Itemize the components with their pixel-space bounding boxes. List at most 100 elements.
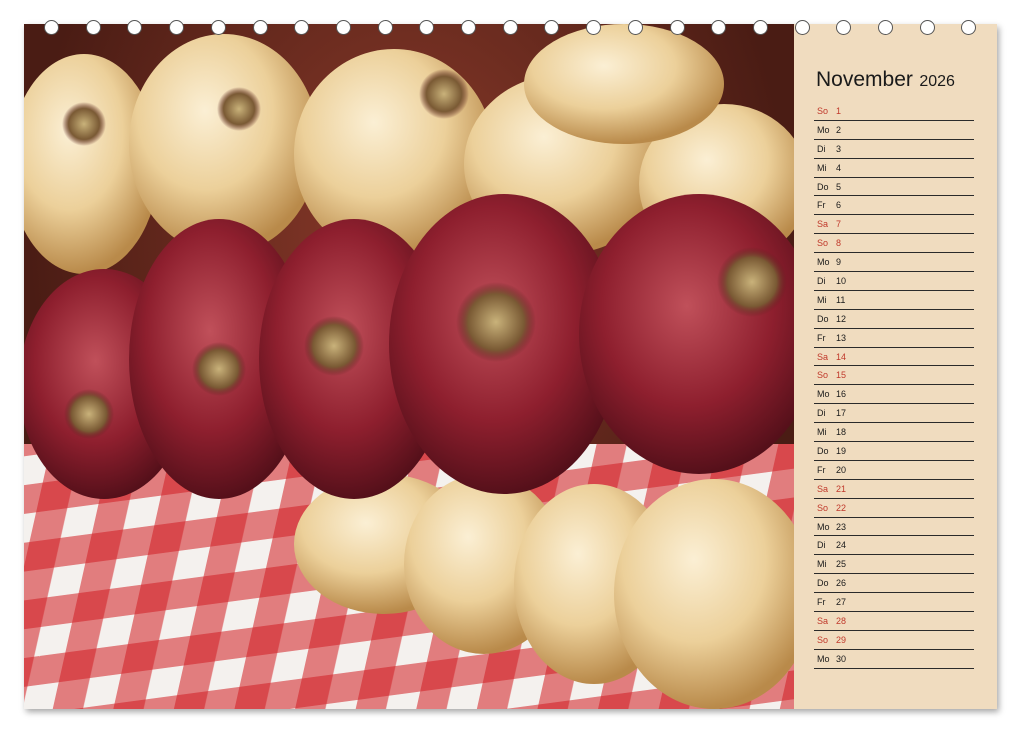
day-number: 21 <box>836 483 847 494</box>
weekday-label: So <box>817 370 829 381</box>
weekday-label: Mo <box>817 124 830 135</box>
day-row: Fr 27 <box>814 593 974 613</box>
day-number: 12 <box>836 313 847 324</box>
day-row: Sa 28 <box>814 612 974 631</box>
day-number: 2 <box>836 124 842 135</box>
day-number: 19 <box>836 446 847 457</box>
day-number: 25 <box>836 559 847 570</box>
binding-hole <box>252 20 268 35</box>
weekday-label: Mi <box>817 427 827 438</box>
day-row: So 15 <box>814 366 974 386</box>
weekday-label: So <box>817 502 829 513</box>
binding-hole <box>919 20 935 35</box>
day-row: Mo 2 <box>814 121 974 140</box>
weekday-label: Mi <box>817 162 827 173</box>
day-number: 3 <box>836 143 842 154</box>
day-row: Mi 18 <box>814 423 974 443</box>
day-number: 14 <box>836 351 847 362</box>
weekday-label: Mi <box>817 559 827 570</box>
day-number: 9 <box>836 257 842 268</box>
binding-hole <box>836 20 852 35</box>
day-row: Mi 11 <box>814 291 974 310</box>
day-row: Mi 25 <box>814 555 974 575</box>
binding-hole <box>377 20 393 35</box>
day-number: 1 <box>836 106 842 116</box>
binding-hole <box>210 20 226 35</box>
day-row: So 1 <box>814 102 974 121</box>
day-number: 18 <box>836 427 847 438</box>
binding-hole <box>794 20 810 35</box>
binding-hole <box>294 20 310 35</box>
weekday-label: Mo <box>817 389 830 400</box>
day-number: 22 <box>836 502 847 513</box>
day-row: Di 3 <box>814 140 974 159</box>
day-number: 6 <box>836 200 842 211</box>
day-row: Do 5 <box>814 178 974 197</box>
day-row: Do 26 <box>814 574 974 594</box>
month-title: November 2026 <box>816 68 955 92</box>
onion-photo <box>24 24 794 709</box>
weekday-label: Do <box>817 446 829 457</box>
binding-hole <box>419 20 435 35</box>
weekday-label: Mo <box>817 257 830 268</box>
binding-hole <box>44 20 59 35</box>
day-number: 16 <box>836 389 847 400</box>
day-row: Sa 7 <box>814 215 974 235</box>
weekday-label: Sa <box>817 219 829 230</box>
binding-hole <box>127 20 143 35</box>
day-number: 23 <box>836 521 847 532</box>
day-number: 28 <box>836 616 847 627</box>
day-list: So 1 Mo 2 Di 3 Mi 4 Do 5 Fr 6 Sa 7 So 8 Mo 9 Di 10 Mi 11 Do 12 F… <box>814 102 974 669</box>
binding-hole <box>335 20 351 35</box>
weekday-label: Sa <box>817 351 829 362</box>
binding-hole <box>544 20 560 35</box>
binding-hole <box>669 20 685 35</box>
weekday-label: Mo <box>817 653 830 664</box>
binding-hole <box>169 20 185 35</box>
day-number: 30 <box>836 653 847 664</box>
day-row: Sa 21 <box>814 480 974 499</box>
weekday-label: So <box>817 238 829 249</box>
day-row: Mi 4 <box>814 159 974 178</box>
weekday-label: Do <box>817 181 829 192</box>
day-row: Mo 23 <box>814 518 974 537</box>
calendar-page: November 2026 So 1 Mo 2 Di 3 Mi 4 Do 5 Fr 6 Sa 7 So 8 Mo… <box>24 24 997 709</box>
day-row: Do 19 <box>814 442 974 461</box>
weekday-label: Di <box>817 276 826 287</box>
weekday-label: Do <box>817 313 829 324</box>
day-number: 13 <box>836 332 847 343</box>
binding-hole <box>85 20 101 35</box>
day-number: 29 <box>836 634 847 645</box>
day-row: Di 10 <box>814 272 974 291</box>
weekday-label: Sa <box>817 616 829 627</box>
day-row: Mo 9 <box>814 253 974 273</box>
weekday-label: Di <box>817 540 826 551</box>
binding-hole <box>878 20 893 35</box>
weekday-label: So <box>817 106 829 116</box>
day-row: Fr 20 <box>814 461 974 480</box>
day-number: 26 <box>836 578 847 589</box>
weekday-label: Fr <box>817 464 826 475</box>
binding-hole <box>711 20 727 35</box>
weekday-label: Fr <box>817 597 826 608</box>
day-number: 17 <box>836 408 847 419</box>
binding-hole <box>461 20 476 35</box>
day-row: Fr 13 <box>814 329 974 348</box>
weekday-label: Di <box>817 143 826 154</box>
day-number: 4 <box>836 162 842 173</box>
day-row: So 8 <box>814 234 974 254</box>
day-row: Di 17 <box>814 404 974 424</box>
day-number: 15 <box>836 370 847 381</box>
day-row: Mo 16 <box>814 385 974 405</box>
weekday-label: Mo <box>817 521 830 532</box>
binding-hole <box>627 20 643 35</box>
day-number: 5 <box>836 181 842 192</box>
day-row: Sa 14 <box>814 348 974 367</box>
binding-hole <box>586 20 602 35</box>
weekday-label: Fr <box>817 332 826 343</box>
day-row: Di 24 <box>814 536 974 556</box>
binding-holes <box>0 20 1020 44</box>
month-name: November <box>816 68 913 91</box>
day-number: 11 <box>836 294 846 305</box>
weekday-label: Do <box>817 578 829 589</box>
